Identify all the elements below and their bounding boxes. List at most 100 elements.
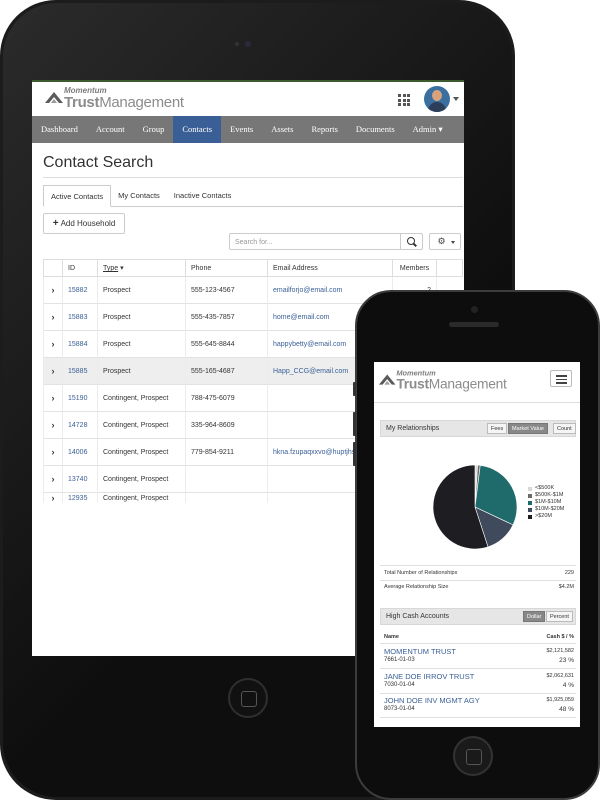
row-type: Contingent, Prospect xyxy=(97,384,186,412)
search-button[interactable] xyxy=(401,233,423,250)
chevron-down-icon xyxy=(451,241,455,244)
row-id[interactable]: 15190 xyxy=(62,384,98,412)
legend-label: >$20M xyxy=(535,513,552,519)
row-id[interactable]: 15882 xyxy=(62,276,98,304)
toggle-market-value[interactable]: Market Value xyxy=(508,423,548,434)
header-members[interactable]: Members xyxy=(392,259,437,277)
tablet-camera xyxy=(245,41,251,47)
nav-events[interactable]: Events xyxy=(221,116,262,143)
logo-management: Management xyxy=(428,376,507,392)
expand-icon[interactable]: › xyxy=(43,303,63,331)
row-phone: 335-964-8609 xyxy=(185,411,268,439)
list-item[interactable]: JOHN DOE INV MGMT AGY 8073-01-04 $1,925,… xyxy=(384,696,574,714)
expand-icon[interactable]: › xyxy=(43,357,63,385)
toggle-count[interactable]: Count xyxy=(553,423,576,434)
header-type[interactable]: Type ▾ xyxy=(97,259,186,277)
expand-icon[interactable]: › xyxy=(43,465,63,493)
legend-label: $500K-$1M xyxy=(535,492,564,498)
row-phone: 555-435-7857 xyxy=(185,303,268,331)
tab-active-contacts[interactable]: Active Contacts xyxy=(43,185,112,207)
row-type: Contingent, Prospect xyxy=(97,438,186,466)
mobile-header: Momentum TrustManagement xyxy=(374,362,580,403)
nav-admin[interactable]: Admin ▾ xyxy=(404,116,452,143)
divider xyxy=(380,693,576,694)
legend-swatch xyxy=(528,507,532,512)
expand-icon[interactable]: › xyxy=(43,276,63,304)
list-item[interactable]: MOMENTUM TRUST 7661-01-03 $2,121,582 23 % xyxy=(384,647,574,665)
stat-value: $4.2M xyxy=(558,584,574,590)
relationships-title: My Relationships xyxy=(386,425,440,432)
row-type: Contingent, Prospect xyxy=(97,492,186,503)
row-type: Prospect xyxy=(97,357,186,385)
high-cash-columns: Name Cash $ / % xyxy=(384,634,574,640)
gear-icon: ⚙ xyxy=(437,236,446,246)
expand-icon[interactable]: › xyxy=(43,384,63,412)
account-cash: $2,121,582 23 % xyxy=(546,647,574,665)
phone-volume-down xyxy=(353,442,356,466)
row-phone: 788-475-6079 xyxy=(185,384,268,412)
list-item[interactable]: JANE DOE IRROV TRUST 7030-01-04 $2,062,6… xyxy=(384,672,574,689)
divider xyxy=(380,643,576,644)
expand-icon[interactable]: › xyxy=(43,411,63,439)
row-id[interactable]: 13740 xyxy=(62,465,98,493)
row-id[interactable]: 14728 xyxy=(62,411,98,439)
tab-inactive-contacts[interactable]: Inactive Contacts xyxy=(167,185,239,206)
expand-icon[interactable]: › xyxy=(43,330,63,358)
cash-percent: 23 % xyxy=(559,657,574,664)
row-phone xyxy=(185,465,268,493)
table-header-row: ID Type ▾ Phone Email Address Members xyxy=(43,259,463,277)
account-cash: $1,925,059 48 % xyxy=(546,696,574,714)
legend-swatch xyxy=(528,500,532,505)
nav-assets[interactable]: Assets xyxy=(262,116,302,143)
row-id[interactable]: 14006 xyxy=(62,438,98,466)
legend-label: $10M-$20M xyxy=(535,506,565,512)
tablet-sensor xyxy=(235,42,239,46)
row-id[interactable]: 15883 xyxy=(62,303,98,331)
avatar[interactable] xyxy=(424,86,450,112)
expand-icon[interactable]: › xyxy=(43,438,63,466)
expand-header xyxy=(43,259,63,277)
tab-my-contacts[interactable]: My Contacts xyxy=(111,185,167,206)
tablet-home-button[interactable] xyxy=(228,678,268,718)
phone-home-button[interactable] xyxy=(453,736,493,776)
row-type: Prospect xyxy=(97,303,186,331)
row-id[interactable]: 15884 xyxy=(62,330,98,358)
chevron-down-icon: ▾ xyxy=(438,124,443,134)
expand-icon[interactable]: › xyxy=(43,492,63,503)
row-type: Prospect xyxy=(97,330,186,358)
legend-item: >$20M xyxy=(528,513,564,520)
chevron-down-icon[interactable] xyxy=(453,97,459,101)
row-type: Prospect xyxy=(97,276,186,304)
legend-item: <$500K xyxy=(528,485,564,492)
settings-button[interactable]: ⚙ xyxy=(429,233,461,250)
stat-label: Average Relationship Size xyxy=(384,584,449,590)
add-household-label: Add Household xyxy=(60,219,116,228)
phone-mute-switch xyxy=(353,382,356,396)
pie-legend: <$500K $500K-$1M $1M-$10M $10M-$20M >$20M xyxy=(528,485,564,520)
apps-grid-icon[interactable] xyxy=(398,94,410,106)
header-id[interactable]: ID xyxy=(62,259,98,277)
logo-wordmark: TrustManagement xyxy=(64,94,184,111)
menu-button[interactable] xyxy=(550,370,572,387)
divider xyxy=(380,668,576,669)
header-phone[interactable]: Phone xyxy=(185,259,268,277)
stat-label: Total Number of Relationships xyxy=(384,570,458,576)
logo-mark-icon xyxy=(45,92,63,103)
header-email[interactable]: Email Address xyxy=(267,259,393,277)
row-phone: 555-645-8844 xyxy=(185,330,268,358)
row-id[interactable]: 15885 xyxy=(62,357,98,385)
nav-documents[interactable]: Documents xyxy=(347,116,404,143)
nav-dashboard[interactable]: Dashboard xyxy=(32,116,87,143)
nav-group[interactable]: Group xyxy=(134,116,174,143)
toggle-fees[interactable]: Fees xyxy=(487,423,508,434)
search-input[interactable]: Search for... xyxy=(229,233,401,250)
nav-reports[interactable]: Reports xyxy=(302,116,346,143)
row-id[interactable]: 12935 xyxy=(62,492,98,503)
nav-contacts[interactable]: Contacts xyxy=(173,116,222,143)
header-type-label: Type xyxy=(103,265,119,272)
toggle-dollar[interactable]: Dollar xyxy=(523,611,546,622)
toggle-percent[interactable]: Percent xyxy=(546,611,573,622)
phone-speaker xyxy=(449,322,499,327)
nav-account[interactable]: Account xyxy=(87,116,134,143)
add-household-button[interactable]: + Add Household xyxy=(43,213,125,234)
